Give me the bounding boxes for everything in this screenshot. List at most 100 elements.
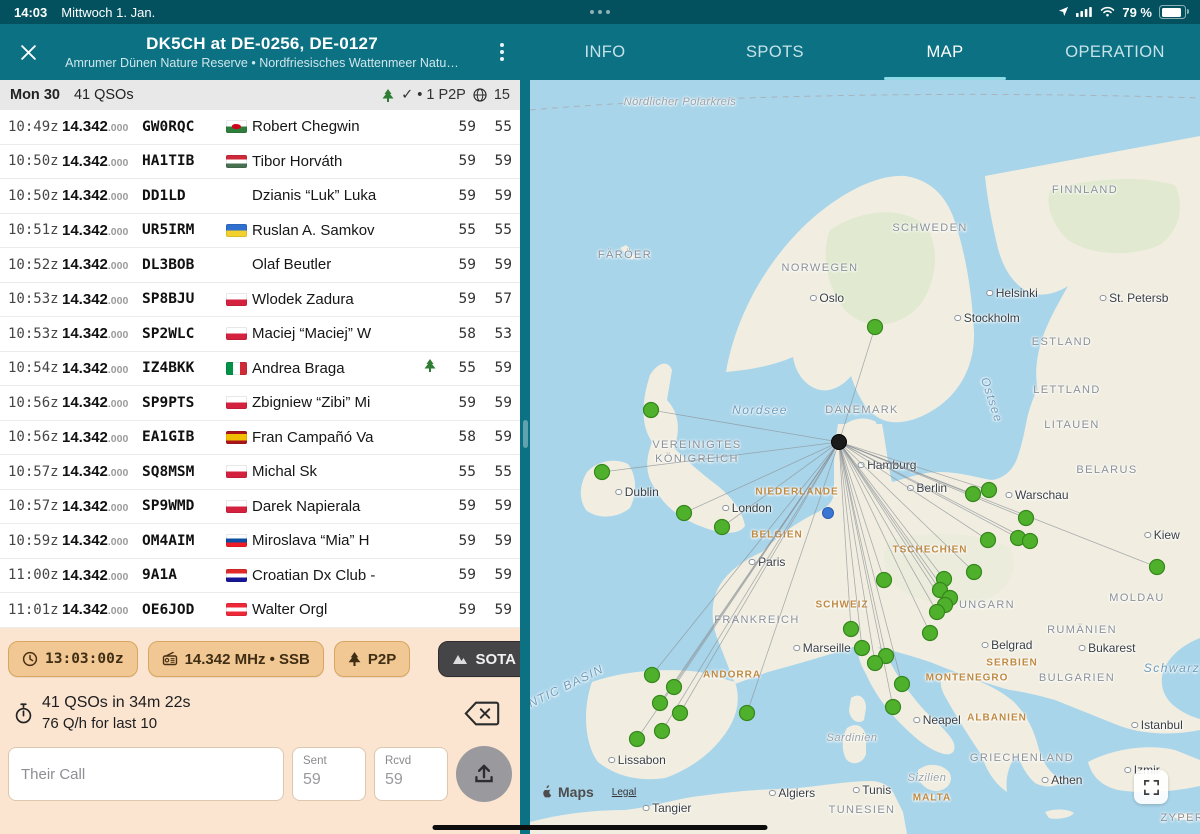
rcvd-field[interactable]: Rcvd 59 <box>374 747 448 801</box>
log-panel: Mon 30 41 QSOs ✓ • 1 P2P 15 10:49z14.342… <box>0 80 520 834</box>
qso-row[interactable]: 10:56z14.342.000SP9PTSZbigniew “Zibi” Mi… <box>0 386 520 421</box>
their-call-placeholder: Their Call <box>21 766 85 783</box>
entry-panel: 13:03:00z 14.342 MHz • SSB P2P <box>0 628 520 834</box>
country-flag-icon <box>226 155 247 168</box>
home-indicator[interactable] <box>433 825 768 830</box>
input-row: Their Call Sent 59 Rcvd 59 <box>8 746 512 802</box>
qso-time: 10:54z <box>8 360 62 376</box>
qso-rst-rcvd: 59 <box>476 188 512 204</box>
qso-callsign: UR5IRM <box>142 222 226 238</box>
qso-rst-rcvd: 59 <box>476 153 512 169</box>
qso-row[interactable]: 10:57z14.342.000SP9WMDDarek Napierala595… <box>0 490 520 525</box>
their-call-input[interactable]: Their Call <box>8 747 284 801</box>
qso-frequency: 14.342.000 <box>62 360 142 377</box>
qso-name: Robert Chegwin <box>252 118 424 135</box>
qso-callsign: OE6JOD <box>142 602 226 618</box>
qso-row[interactable]: 10:53z14.342.000SP8BJUWlodek Zadura5957 <box>0 283 520 318</box>
qso-name: Croatian Dx Club - <box>252 567 424 584</box>
country-flag-icon <box>226 327 247 340</box>
nav-tabs: INFOSPOTSMAPOPERATION <box>520 24 1200 80</box>
qso-row[interactable]: 10:50z14.342.000DD1LDDzianis “Luk” Luka5… <box>0 179 520 214</box>
backspace-button[interactable] <box>464 700 500 727</box>
tab-map[interactable]: MAP <box>860 24 1030 80</box>
sota-chip-label: SOTA <box>475 651 516 668</box>
qso-rst-sent: 59 <box>444 119 476 135</box>
qso-row[interactable]: 10:50z14.342.000HA1TIBTibor Horváth5959 <box>0 145 520 180</box>
qso-callsign: OM4AIM <box>142 533 226 549</box>
apple-maps-logo: Maps <box>542 784 594 800</box>
qso-frequency: 14.342.000 <box>62 187 142 204</box>
mountain-icon <box>452 653 468 665</box>
tree-icon <box>382 89 394 102</box>
sent-field[interactable]: Sent 59 <box>292 747 366 801</box>
qso-rst-rcvd: 55 <box>476 222 512 238</box>
qso-name: Miroslava “Mia” H <box>252 532 424 549</box>
radio-icon <box>162 651 178 667</box>
tab-spots[interactable]: SPOTS <box>690 24 860 80</box>
multitasking-dots-icon[interactable] <box>590 10 610 14</box>
qso-frequency: 14.342.000 <box>62 601 142 618</box>
map[interactable]: Nördlicher PolarkreisFÄRÖERFINNLANDSCHWE… <box>530 80 1200 834</box>
qso-callsign: IZ4BKK <box>142 360 226 376</box>
qso-row[interactable]: 10:51z14.342.000UR5IRMRuslan A. Samkov55… <box>0 214 520 249</box>
qso-row[interactable]: 10:52z14.342.000DL3BOBOlaf Beutler5959 <box>0 248 520 283</box>
qso-row[interactable]: 10:56z14.342.000EA1GIBFran Campañó Va585… <box>0 421 520 456</box>
page-title: DK5CH at DE-0256, DE-0127 <box>48 34 476 54</box>
log-submit-button[interactable] <box>456 746 512 802</box>
legal-link[interactable]: Legal <box>612 787 636 798</box>
panel-divider <box>520 80 530 834</box>
qso-rst-sent: 59 <box>444 498 476 514</box>
qso-frequency: 14.342.000 <box>62 463 142 480</box>
location-icon <box>1058 5 1069 20</box>
country-flag-icon <box>226 465 247 478</box>
fullscreen-button[interactable] <box>1134 770 1168 804</box>
qso-row[interactable]: 10:53z14.342.000SP2WLCMaciej “Maciej” W5… <box>0 317 520 352</box>
qso-time: 10:56z <box>8 395 62 411</box>
qso-name: Walter Orgl <box>252 601 424 618</box>
divider-handle[interactable] <box>523 420 528 448</box>
globe-icon <box>473 88 487 102</box>
qso-name: Dzianis “Luk” Luka <box>252 187 424 204</box>
p2p-chip[interactable]: P2P <box>334 641 410 677</box>
qso-time: 10:52z <box>8 257 62 273</box>
qso-callsign: SP2WLC <box>142 326 226 342</box>
tab-operation[interactable]: OPERATION <box>1030 24 1200 80</box>
freq-mode-chip[interactable]: 14.342 MHz • SSB <box>148 641 324 677</box>
qso-rst-sent: 58 <box>444 326 476 342</box>
qso-rst-sent: 59 <box>444 602 476 618</box>
close-icon[interactable] <box>14 38 42 66</box>
qso-row[interactable]: 11:01z14.342.000OE6JODWalter Orgl5959 <box>0 593 520 628</box>
qso-row[interactable]: 10:57z14.342.000SQ8MSMMichal Sk5555 <box>0 455 520 490</box>
map-land <box>530 80 1200 834</box>
qso-row[interactable]: 10:49z14.342.000GW0RQCRobert Chegwin5955 <box>0 110 520 145</box>
qso-rst-sent: 55 <box>444 360 476 376</box>
qso-name: Ruslan A. Samkov <box>252 222 424 239</box>
qso-row[interactable]: 10:54z14.342.000IZ4BKKAndrea Braga5559 <box>0 352 520 387</box>
qso-rst-rcvd: 55 <box>476 119 512 135</box>
time-chip[interactable]: 13:03:00z <box>8 641 138 677</box>
qso-frequency-decimals: .000 <box>108 536 128 548</box>
qso-row[interactable]: 11:00z14.342.0009A1ACroatian Dx Club -59… <box>0 559 520 594</box>
country-flag-icon <box>226 500 247 513</box>
country-flag-icon <box>226 534 247 547</box>
qso-frequency-decimals: .000 <box>108 502 128 514</box>
qso-row[interactable]: 10:59z14.342.000OM4AIMMiroslava “Mia” H5… <box>0 524 520 559</box>
rcvd-value: 59 <box>385 771 437 789</box>
qso-time: 10:57z <box>8 464 62 480</box>
qso-rst-rcvd: 59 <box>476 360 512 376</box>
qso-rst-rcvd: 59 <box>476 429 512 445</box>
tab-info[interactable]: INFO <box>520 24 690 80</box>
qso-frequency-decimals: .000 <box>108 364 128 376</box>
qso-name: Darek Napierala <box>252 498 424 515</box>
stats-row: 41 QSOs in 34m 22s 76 Q/h for last 10 <box>14 694 506 732</box>
kebab-menu-icon[interactable] <box>500 43 504 61</box>
qso-p2p-cell <box>424 359 444 377</box>
qso-rst-sent: 59 <box>444 291 476 307</box>
qso-time: 10:53z <box>8 291 62 307</box>
qso-time: 10:57z <box>8 498 62 514</box>
qso-time: 10:49z <box>8 119 62 135</box>
log-day: Mon 30 <box>10 87 60 103</box>
sota-chip[interactable]: SOTA <box>438 641 520 677</box>
freq-chip-label: 14.342 MHz • SSB <box>185 651 310 668</box>
qso-frequency: 14.342.000 <box>62 222 142 239</box>
